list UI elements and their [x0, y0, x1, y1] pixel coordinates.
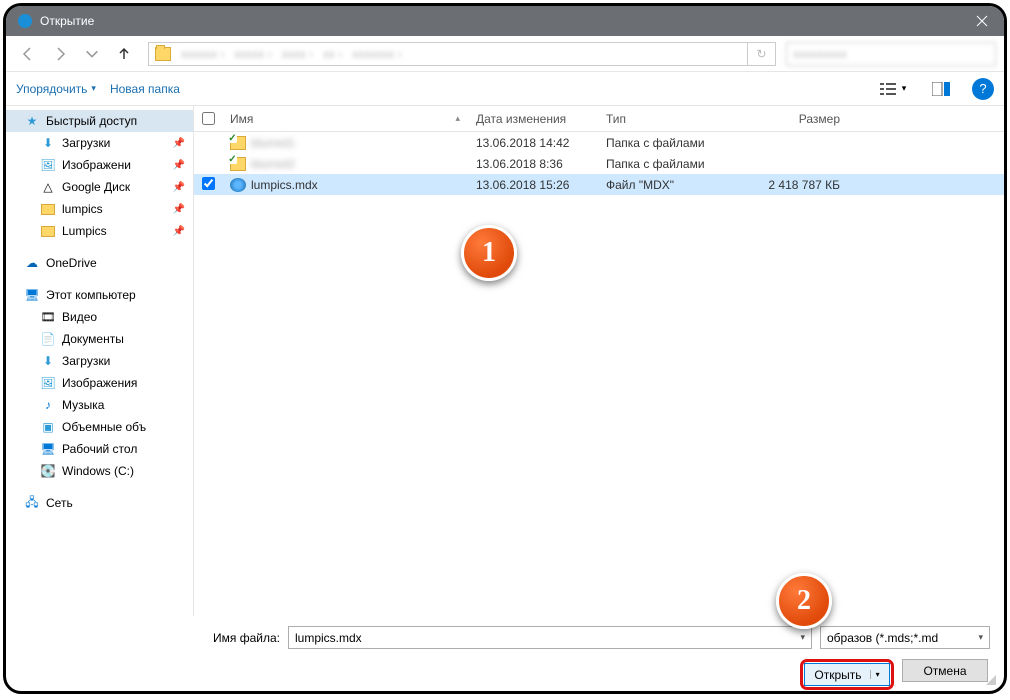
split-caret-icon: ▾: [870, 670, 880, 679]
cloud-icon: ☁: [24, 255, 40, 271]
callout-1: 1: [461, 225, 517, 281]
sidebar-item-downloads[interactable]: ⬇Загрузки📌: [6, 132, 193, 154]
pin-icon: 📌: [173, 160, 185, 171]
file-row[interactable]: blurred2 13.06.2018 8:36 Папка с файлами: [194, 153, 1004, 174]
video-icon: 🎞: [40, 309, 56, 325]
sidebar-item-cdrive[interactable]: 💽Windows (C:): [6, 460, 193, 482]
new-folder-button[interactable]: Новая папка: [110, 82, 180, 96]
chevron-down-icon: ▾: [978, 632, 983, 643]
column-size[interactable]: Размер: [728, 106, 848, 131]
sidebar-item-downloads2[interactable]: ⬇Загрузки: [6, 350, 193, 372]
download-icon: ⬇: [40, 135, 56, 151]
folder-icon: [230, 136, 246, 150]
forward-button[interactable]: [46, 42, 74, 66]
pin-icon: 📌: [173, 182, 185, 193]
filename-input[interactable]: lumpics.mdx▾: [288, 626, 812, 649]
row-checkbox[interactable]: [202, 177, 215, 190]
column-type[interactable]: Тип: [598, 106, 728, 131]
open-button-highlight: Открыть▾: [800, 659, 894, 690]
arrow-up-icon: [116, 46, 132, 62]
sidebar-item-lumpics[interactable]: lumpics📌: [6, 198, 193, 220]
sidebar-item-documents[interactable]: 📄Документы: [6, 328, 193, 350]
cancel-button[interactable]: Отмена: [902, 659, 988, 682]
sort-asc-icon: ▴: [455, 113, 460, 124]
pin-icon: 📌: [173, 226, 185, 237]
sidebar-item-lumpics2[interactable]: Lumpics📌: [6, 220, 193, 242]
download-icon: ⬇: [40, 353, 56, 369]
pc-icon: 🖥: [24, 287, 40, 303]
address-bar[interactable]: xxxxxxxxxxxxxxxxxxxxxxxx ↻: [148, 42, 776, 66]
sidebar-item-quick-access[interactable]: ★Быстрый доступ: [6, 110, 193, 132]
preview-pane-button[interactable]: [924, 78, 958, 100]
sidebar: ★Быстрый доступ ⬇Загрузки📌 🖼Изображени📌 …: [6, 106, 194, 616]
app-icon: [18, 14, 32, 28]
arrow-left-icon: [20, 46, 36, 62]
list-view-icon: [880, 82, 900, 96]
sidebar-item-3d[interactable]: ▣Объемные объ: [6, 416, 193, 438]
sidebar-item-thispc[interactable]: 🖥Этот компьютер: [6, 284, 193, 306]
file-row[interactable]: blurred1 13.06.2018 14:42 Папка с файлам…: [194, 132, 1004, 153]
file-list: Имя▴ Дата изменения Тип Размер blurred1 …: [194, 106, 1004, 616]
preview-pane-icon: [932, 82, 950, 96]
sidebar-item-network[interactable]: 🖧Сеть: [6, 492, 193, 514]
network-icon: 🖧: [24, 495, 40, 511]
cube-icon: ▣: [40, 419, 56, 435]
sidebar-item-pictures2[interactable]: 🖼Изображения: [6, 372, 193, 394]
sidebar-item-pictures[interactable]: 🖼Изображени📌: [6, 154, 193, 176]
resize-grip[interactable]: [982, 671, 996, 685]
sidebar-item-desktop[interactable]: 🖥Рабочий стол: [6, 438, 193, 460]
sidebar-item-gdrive[interactable]: △Google Диск📌: [6, 176, 193, 198]
titlebar: Открытие: [6, 6, 1004, 36]
open-button[interactable]: Открыть▾: [804, 663, 890, 686]
refresh-button[interactable]: ↻: [747, 43, 775, 65]
pictures-icon: 🖼: [40, 157, 56, 173]
nav-bar: xxxxxxxxxxxxxxxxxxxxxxxx ↻ xxxxxxxxx: [6, 36, 1004, 72]
folder-icon: [230, 157, 246, 171]
pin-icon: 📌: [173, 204, 185, 215]
footer: Имя файла: lumpics.mdx▾ образов (*.mds;*…: [6, 616, 1004, 694]
search-input[interactable]: xxxxxxxxx: [786, 42, 996, 66]
column-name[interactable]: Имя▴: [222, 106, 468, 131]
sidebar-item-video[interactable]: 🎞Видео: [6, 306, 193, 328]
star-icon: ★: [24, 113, 40, 129]
column-headers: Имя▴ Дата изменения Тип Размер: [194, 106, 1004, 132]
folder-icon: [40, 201, 56, 217]
recent-dropdown[interactable]: [78, 42, 106, 66]
arrow-right-icon: [52, 46, 68, 62]
column-checkbox[interactable]: [194, 106, 222, 131]
help-button[interactable]: ?: [972, 78, 994, 100]
pin-icon: 📌: [173, 138, 185, 149]
desktop-icon: 🖥: [40, 441, 56, 457]
drive-icon: 💽: [40, 463, 56, 479]
folder-icon: [155, 47, 171, 61]
organize-button[interactable]: Упорядочить▾: [16, 82, 96, 96]
documents-icon: 📄: [40, 331, 56, 347]
breadcrumb-path: xxxxxxxxxxxxxxxxxxxxxxxx: [177, 47, 747, 61]
file-row-selected[interactable]: lumpics.mdx 13.06.2018 15:26 Файл "MDX" …: [194, 174, 1004, 195]
chevron-down-icon: ▾: [800, 632, 805, 643]
sidebar-item-onedrive[interactable]: ☁OneDrive: [6, 252, 193, 274]
window-title: Открытие: [40, 14, 960, 28]
toolbar: Упорядочить▾ Новая папка ▾ ?: [6, 72, 1004, 106]
up-button[interactable]: [110, 42, 138, 66]
music-icon: ♪: [40, 397, 56, 413]
column-date[interactable]: Дата изменения: [468, 106, 598, 131]
chevron-down-icon: ▾: [91, 83, 96, 94]
filename-label: Имя файла:: [20, 631, 280, 645]
folder-icon: [40, 223, 56, 239]
close-button[interactable]: [960, 6, 1004, 36]
mdx-file-icon: [230, 178, 246, 192]
view-mode-button[interactable]: ▾: [876, 78, 910, 100]
filetype-dropdown[interactable]: образов (*.mds;*.md▾: [820, 626, 990, 649]
sidebar-item-music[interactable]: ♪Музыка: [6, 394, 193, 416]
back-button[interactable]: [14, 42, 42, 66]
gdrive-icon: △: [40, 179, 56, 195]
close-icon: [976, 15, 988, 27]
pictures-icon: 🖼: [40, 375, 56, 391]
callout-2: 2: [776, 573, 832, 629]
chevron-down-icon: [84, 46, 100, 62]
